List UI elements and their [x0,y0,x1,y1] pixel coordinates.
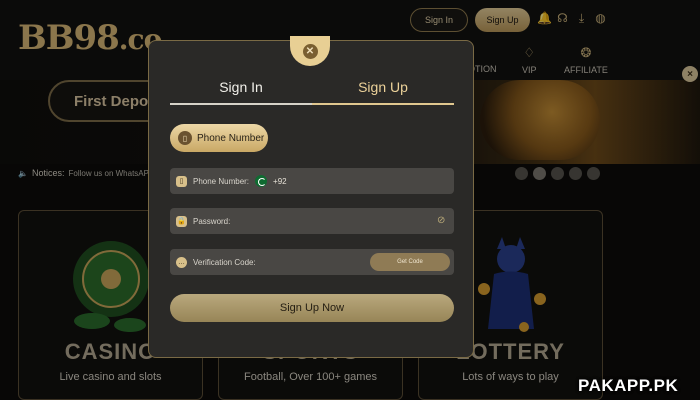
password-field[interactable]: 🔒 Password: ⊘ [170,208,454,234]
country-code[interactable]: +92 [273,177,287,186]
password-input[interactable] [236,216,454,226]
auth-tabs: Sign In Sign Up [170,73,454,105]
page: BB98.co Sign In Sign Up 🔔 ☊ ⤓ ◍ OTION ♢ … [0,0,700,400]
signup-modal: Sign In Sign Up ▯ Phone Number ▯ Phone N… [148,40,474,358]
tab-sign-up[interactable]: Sign Up [312,73,454,105]
phone-icon: ▯ [176,175,187,187]
tab-sign-in[interactable]: Sign In [170,73,312,105]
pakistan-flag-icon[interactable] [255,175,268,187]
eye-slash-icon[interactable]: ⊘ [437,215,448,226]
dots-icon: … [176,256,187,268]
phone-method-button[interactable]: ▯ Phone Number [170,124,268,152]
method-label: Phone Number [197,132,265,144]
sign-up-now-button[interactable]: Sign Up Now [170,294,454,322]
get-code-button[interactable]: Get Code [370,253,450,271]
lock-icon: 🔒 [176,215,187,227]
phone-input[interactable] [292,176,454,186]
verification-label: Verification Code: [193,257,256,267]
phone-icon: ▯ [178,131,192,145]
watermark: PAKAPP.PK [578,376,679,395]
phone-field[interactable]: ▯ Phone Number: +92 [170,168,454,194]
verification-field[interactable]: … Verification Code: Get Code [170,249,454,275]
close-icon: ✕ [302,43,318,59]
password-label: Password: [193,216,231,226]
phone-label: Phone Number: [193,176,250,186]
